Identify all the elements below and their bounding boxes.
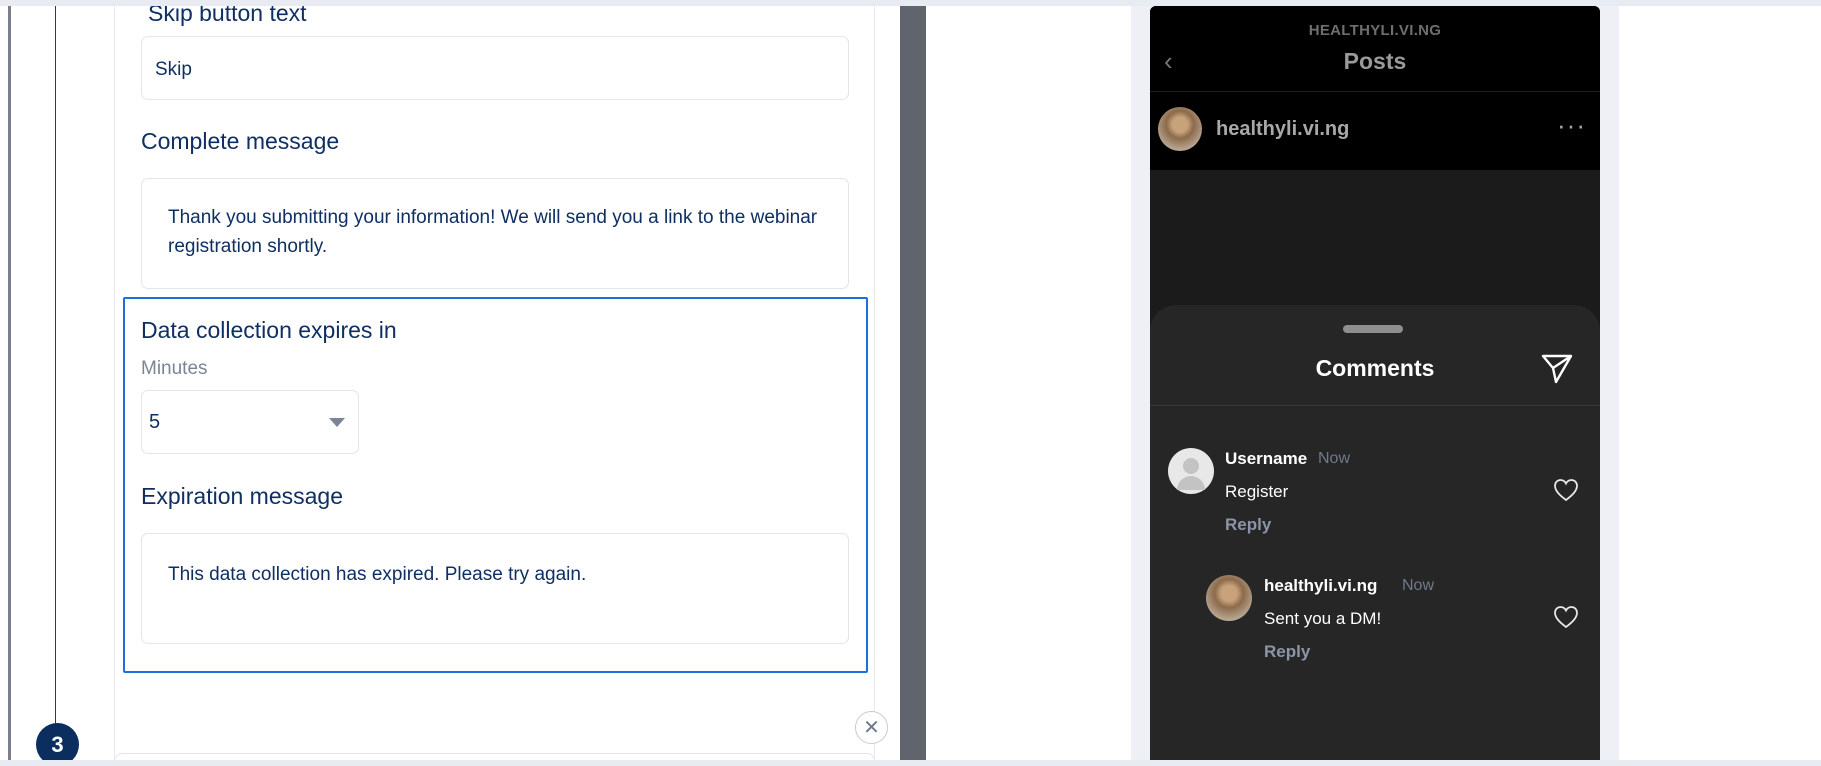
reply-button[interactable]: Reply xyxy=(1225,515,1271,535)
send-icon[interactable] xyxy=(1540,351,1574,385)
next-step-card[interactable] xyxy=(114,753,875,760)
sheet-grabber[interactable] xyxy=(1343,325,1403,333)
comment-text: Register xyxy=(1225,482,1289,501)
preview-background xyxy=(926,6,1131,760)
expiration-message-label: Expiration message xyxy=(141,483,343,509)
avatar xyxy=(1206,575,1252,621)
caret-down-icon xyxy=(329,417,345,427)
data-collection-expires-label: Data collection expires in xyxy=(141,317,397,343)
skip-button-text-input[interactable]: Skip xyxy=(141,36,849,100)
pane-resize-handle[interactable] xyxy=(900,6,926,760)
comments-title: Comments xyxy=(1315,355,1435,381)
step-number-badge: 3 xyxy=(36,723,79,760)
post-author-row: healthyli.vi.ng ··· xyxy=(1150,92,1600,170)
comment-time: Now xyxy=(1318,450,1351,467)
expiration-message-input[interactable]: This data collection has expired. Please… xyxy=(141,533,849,644)
heart-icon[interactable] xyxy=(1553,478,1579,502)
post-username: healthyli.vi.ng xyxy=(1216,118,1350,140)
comment-time: Now xyxy=(1402,577,1435,594)
editor-pane: Skip button text Skip Complete message T… xyxy=(0,6,900,760)
heart-icon[interactable] xyxy=(1553,605,1579,629)
sheet-divider xyxy=(1150,405,1600,406)
minutes-label: Minutes xyxy=(141,358,208,379)
complete-message-input[interactable]: Thank you submitting your information! W… xyxy=(141,178,849,289)
header-title: Posts xyxy=(1343,48,1407,74)
comment-text: Sent you a DM! xyxy=(1264,609,1382,628)
skip-button-text-value: Skip xyxy=(155,59,192,80)
comment-username: healthyli.vi.ng xyxy=(1264,576,1378,595)
comment-username: Username xyxy=(1225,449,1308,468)
phone-header: HEALTHYLI.VI.NG ‹ Posts xyxy=(1150,6,1600,92)
reply-button[interactable]: Reply xyxy=(1264,642,1310,662)
left-rail xyxy=(8,6,11,760)
minutes-select-value: 5 xyxy=(149,410,161,433)
skip-button-text-label: Skip button text xyxy=(148,6,307,26)
avatar xyxy=(1158,107,1202,151)
comments-sheet: Comments Username Now Register Reply hea… xyxy=(1150,305,1600,760)
expiration-message-value: This data collection has expired. Please… xyxy=(168,564,587,585)
minutes-select[interactable]: 5 xyxy=(141,390,359,454)
timeline-line xyxy=(55,6,56,736)
close-icon[interactable]: ✕ xyxy=(855,711,888,744)
more-horizontal-icon[interactable]: ··· xyxy=(1557,110,1586,141)
phone-preview: HEALTHYLI.VI.NG ‹ Posts healthyli.vi.ng … xyxy=(1150,6,1600,760)
avatar xyxy=(1168,448,1214,494)
preview-background-right xyxy=(1619,6,1821,760)
complete-message-value: Thank you submitting your information! W… xyxy=(168,207,818,257)
complete-message-label: Complete message xyxy=(141,128,340,154)
account-name: HEALTHYLI.VI.NG xyxy=(1308,22,1442,39)
